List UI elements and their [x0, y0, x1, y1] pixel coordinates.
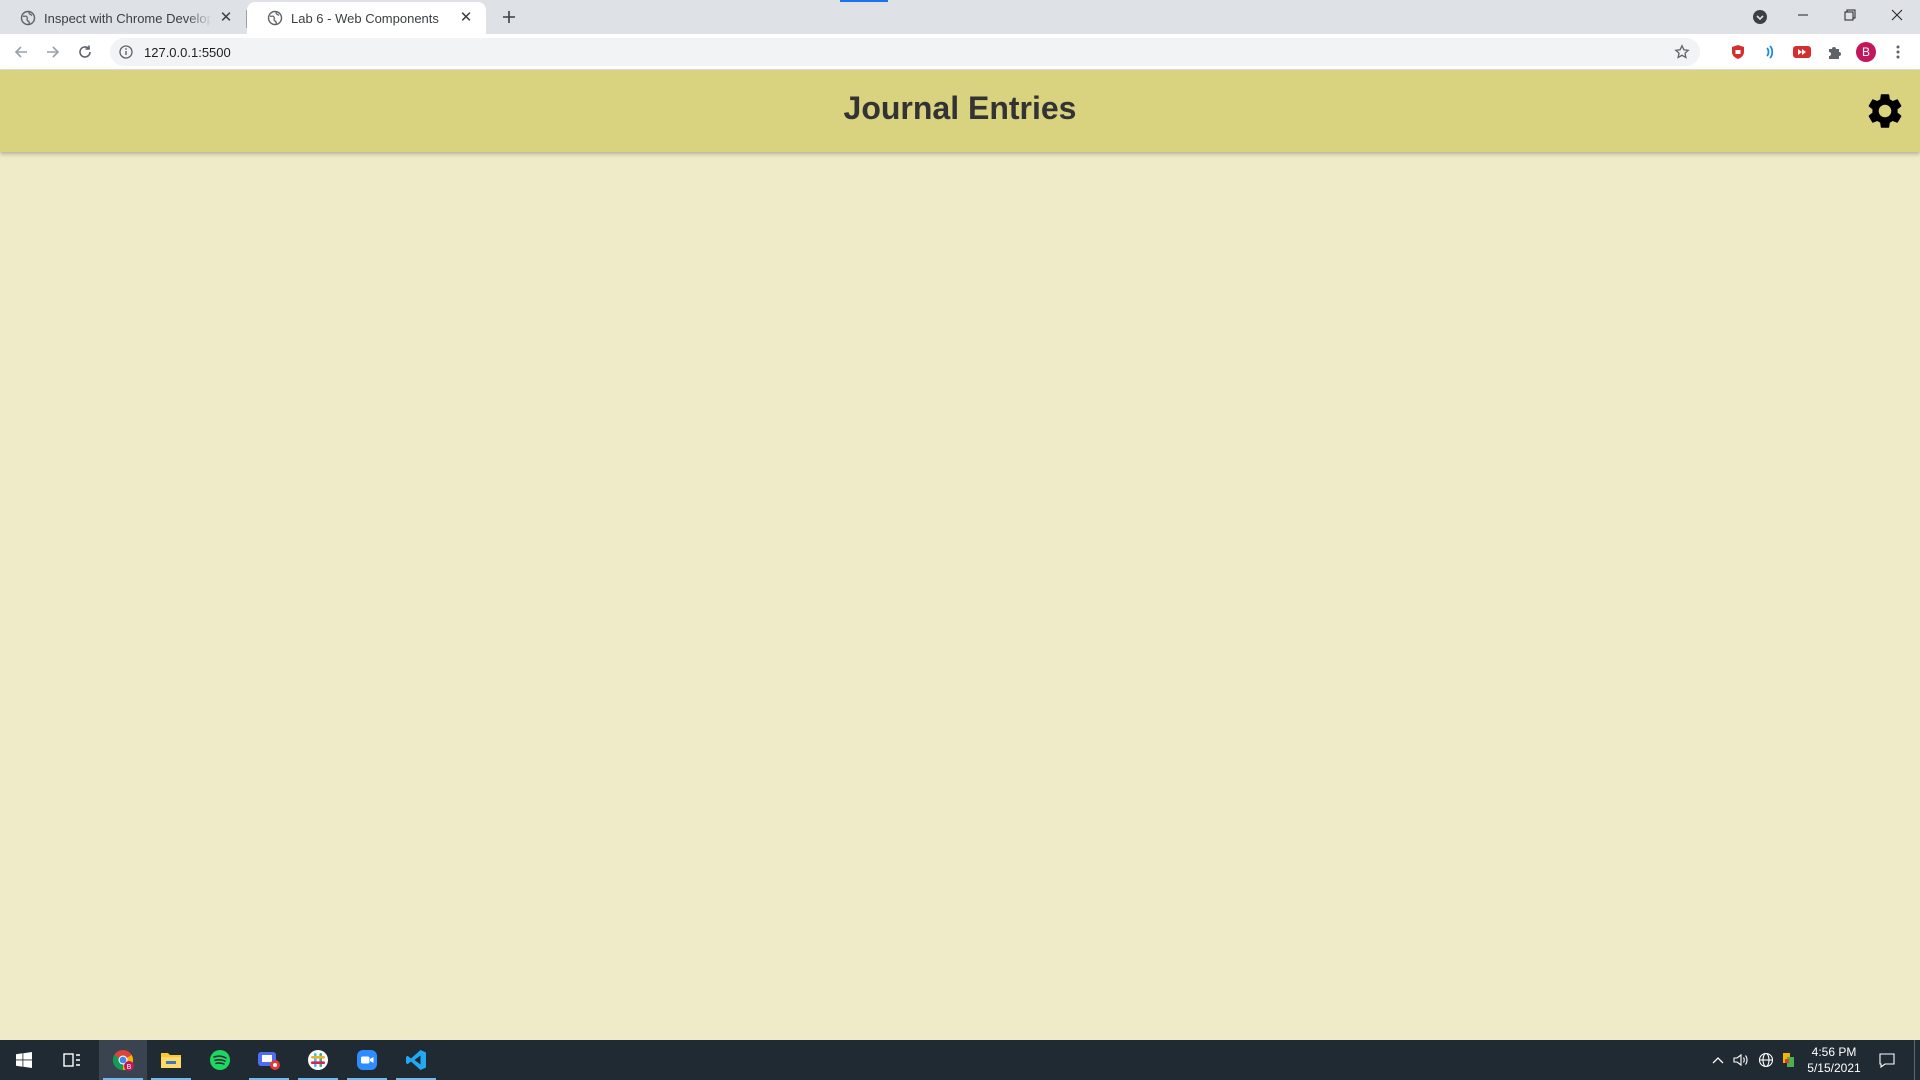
profile-avatar[interactable]: B: [1856, 42, 1876, 62]
taskbar-chrome[interactable]: B: [99, 1040, 147, 1080]
info-icon: [119, 45, 133, 59]
globe-network-icon: [1758, 1052, 1774, 1068]
spotify-icon: [210, 1050, 230, 1070]
gear-icon[interactable]: [1864, 90, 1906, 132]
chevron-up-icon: [1712, 1057, 1724, 1064]
video-extension[interactable]: [1792, 42, 1812, 62]
shield-icon: [1732, 45, 1744, 59]
start-button[interactable]: [0, 1040, 48, 1080]
tab-search-button[interactable]: [1748, 6, 1772, 28]
notification-icon: [1879, 1052, 1895, 1068]
browser-toolbar: 127.0.0.1:5500 B: [0, 34, 1920, 70]
page-title: Journal Entries: [843, 90, 1077, 126]
network-button[interactable]: [1756, 1050, 1776, 1070]
globe-icon: [267, 10, 283, 26]
system-clock[interactable]: 4:56 PM 5/15/2021: [1800, 1044, 1868, 1076]
close-icon: [1891, 9, 1903, 21]
language-icon: [1783, 1053, 1794, 1067]
forward-button[interactable]: [42, 41, 64, 63]
clock-date: 5/15/2021: [1807, 1061, 1861, 1075]
arrow-right-icon: [47, 46, 60, 58]
language-button[interactable]: [1779, 1050, 1799, 1070]
volume-button[interactable]: [1731, 1050, 1751, 1070]
extensions-button[interactable]: [1824, 42, 1844, 62]
tab-close-icon[interactable]: ✕: [218, 10, 234, 26]
windows-start-icon: [16, 1052, 32, 1068]
tab-inspect[interactable]: Inspect with Chrome Developer Tools ✕: [0, 2, 246, 34]
restore-button[interactable]: [1827, 0, 1873, 30]
taskbar-file-explorer[interactable]: [147, 1040, 195, 1080]
url-text: 127.0.0.1:5500: [144, 44, 231, 60]
arrow-left-icon: [14, 46, 27, 58]
back-button[interactable]: [10, 41, 32, 63]
speaker-icon: [1733, 1053, 1748, 1067]
fast-forward-icon: [1793, 46, 1811, 58]
windows-taskbar: B 4:56 PM 5/15/2021: [0, 1040, 1920, 1080]
tab-lab6[interactable]: Lab 6 - Web Components ✕: [247, 2, 486, 34]
star-icon: [1674, 44, 1690, 59]
tab-close-icon[interactable]: ✕: [458, 10, 474, 26]
page-header: Journal Entries: [0, 70, 1920, 152]
taskbar-spotify[interactable]: [196, 1040, 244, 1080]
tabstrip-accent: [840, 0, 888, 2]
page-viewport: Journal Entries: [0, 70, 1920, 1040]
close-window-button[interactable]: [1874, 0, 1920, 30]
puzzle-icon: [1829, 47, 1841, 59]
screen: Inspect with Chrome Developer Tools ✕ La…: [0, 0, 1920, 1080]
tab-search-icon: [1753, 10, 1767, 24]
address-bar[interactable]: 127.0.0.1:5500: [110, 38, 1700, 66]
new-tab-icon[interactable]: [498, 6, 520, 28]
action-center-button[interactable]: [1876, 1050, 1898, 1070]
show-desktop-button[interactable]: [1914, 1040, 1915, 1080]
restore-icon: [1844, 9, 1856, 21]
bookmark-button[interactable]: [1672, 42, 1692, 62]
taskbar-slack[interactable]: [294, 1040, 342, 1080]
chrome-icon: B: [112, 1050, 134, 1071]
task-view-icon: [63, 1053, 80, 1067]
minimize-icon: [1798, 14, 1808, 16]
reload-button[interactable]: [74, 41, 96, 63]
globe-icon: [20, 10, 36, 26]
minimize-button[interactable]: [1780, 0, 1826, 30]
taskbar-recorder[interactable]: [245, 1040, 293, 1080]
task-view-button[interactable]: [48, 1040, 96, 1080]
shield-extension[interactable]: [1728, 42, 1748, 62]
show-hidden-icons-button[interactable]: [1708, 1050, 1728, 1070]
clock-time: 4:56 PM: [1811, 1045, 1857, 1059]
browser-tabstrip: Inspect with Chrome Developer Tools ✕ La…: [0, 0, 1920, 34]
sound-waves-icon: [1766, 45, 1774, 59]
chrome-profile-badge: B: [127, 1063, 132, 1071]
taskbar-vscode[interactable]: [392, 1040, 440, 1080]
browser-menu-button[interactable]: [1888, 42, 1908, 62]
file-explorer-icon: [161, 1053, 181, 1068]
taskbar-zoom[interactable]: [343, 1040, 391, 1080]
vscode-icon: [406, 1050, 426, 1070]
kebab-menu-icon: [1896, 45, 1900, 59]
audio-extension[interactable]: [1760, 42, 1780, 62]
site-info-button[interactable]: [116, 42, 136, 62]
slack-icon: [308, 1050, 328, 1070]
tab-title: Inspect with Chrome Developer Tools: [44, 10, 212, 26]
zoom-icon: [357, 1050, 377, 1070]
tab-title: Lab 6 - Web Components: [291, 10, 439, 26]
recorder-icon: [258, 1052, 280, 1070]
reload-icon: [79, 45, 91, 58]
